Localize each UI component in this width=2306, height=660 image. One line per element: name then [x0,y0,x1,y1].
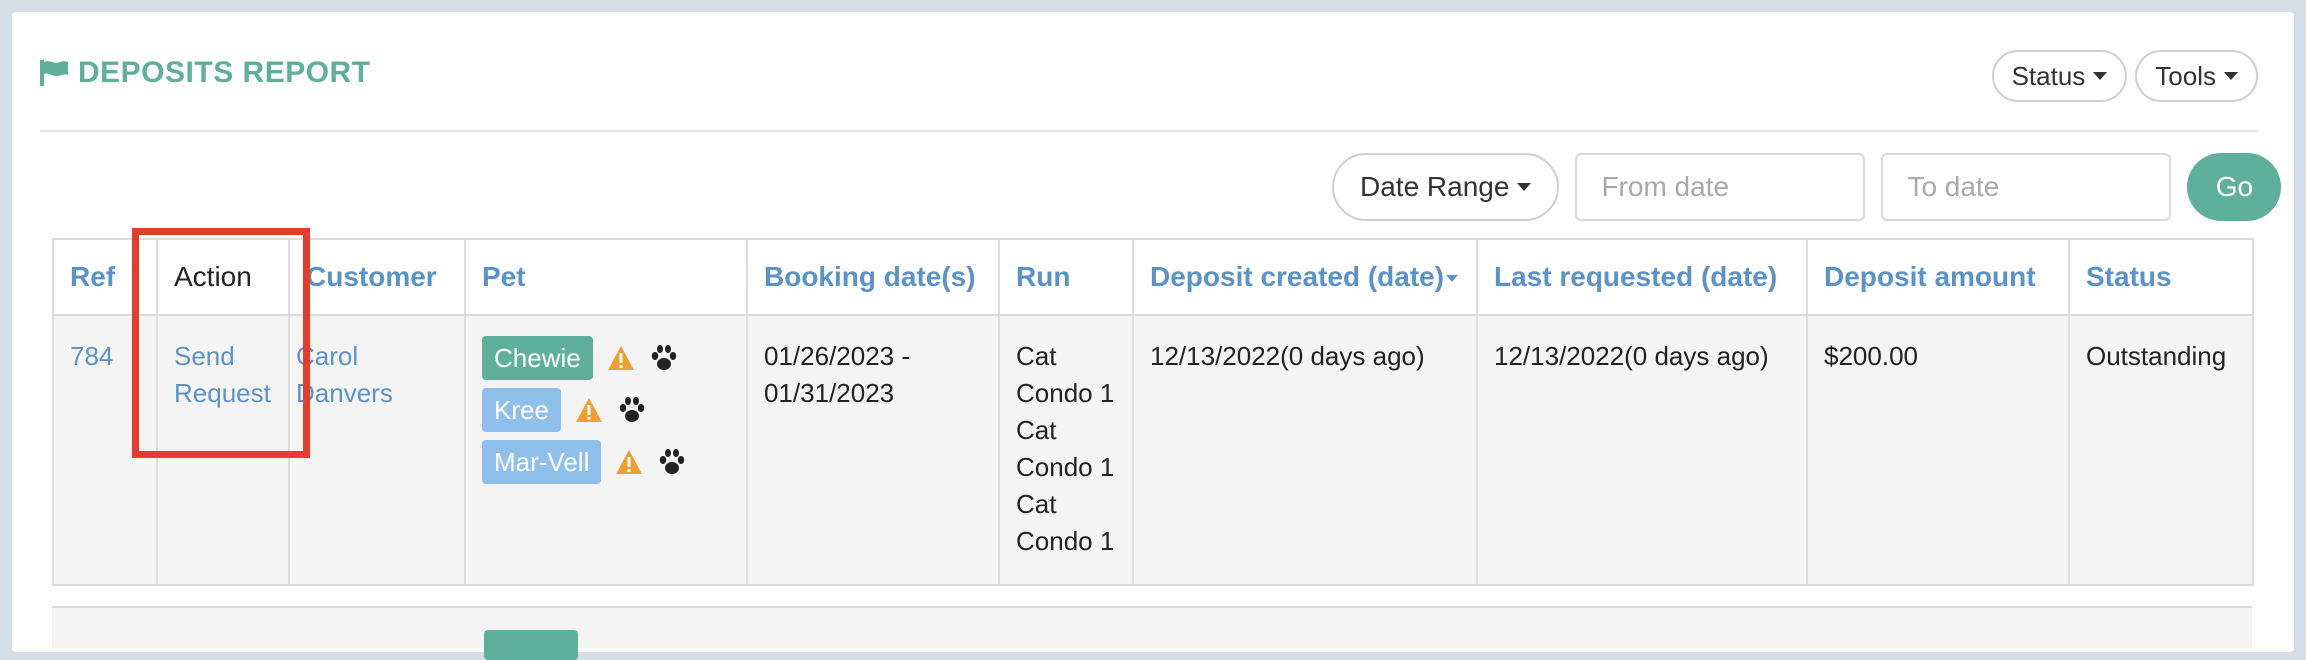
paw-icon [619,397,645,422]
date-filter-bar: Date Range Go [1332,153,2282,221]
column-header-run[interactable]: Run [998,238,1134,316]
warning-icon [616,450,643,474]
caret-down-icon [2224,72,2238,80]
column-header-pet[interactable]: Pet [464,238,748,316]
caret-down-icon [1517,183,1532,191]
customer-cell: Carol Danvers [288,314,466,586]
pet-item: Kree [482,388,730,432]
to-date-input[interactable] [1881,153,2172,221]
run-cell: Cat Condo 1 Cat Condo 1 Cat Condo 1 [998,314,1134,586]
date-range-dropdown[interactable]: Date Range [1332,153,1560,221]
pet-tag[interactable]: Kree [482,388,561,432]
status-dropdown-button[interactable]: Status [1991,50,2128,102]
pet-item: Mar-Vell [482,440,730,484]
sort-desc-icon [1446,275,1459,283]
warning-icon [607,346,634,370]
pet-cell: Chewie Kree Mar-Vell [464,314,748,586]
deposit-created-cell: 12/13/2022(0 days ago) [1132,314,1478,586]
deposits-table: Ref Action Customer Pet Booking date(s) … [52,238,2254,586]
table-row-partial [52,606,2252,660]
from-date-input[interactable] [1575,153,1866,221]
status-dropdown-label: Status [2011,60,2086,91]
pet-tag[interactable]: Mar-Vell [482,440,602,484]
deposit-amount-cell: $200.00 [1806,314,2070,586]
tools-dropdown-button[interactable]: Tools [2135,50,2258,102]
status-cell: Outstanding [2068,314,2254,586]
header-buttons: Status Tools [1991,50,2258,102]
column-header-deposit-created[interactable]: Deposit created (date) [1132,238,1478,316]
column-header-deposit-amount[interactable]: Deposit amount [1806,238,2070,316]
table-row: 784 Send Request Carol Danvers Chewie Kr… [52,314,2254,586]
report-header: DEPOSITS REPORT Status Tools [40,50,2258,132]
caret-down-icon [2093,72,2108,80]
page-title-text: DEPOSITS REPORT [78,56,371,89]
column-header-last-requested[interactable]: Last requested (date) [1476,238,1808,316]
date-range-label: Date Range [1360,171,1510,202]
tools-dropdown-label: Tools [2155,60,2216,91]
pet-tag-partial [484,630,578,660]
pet-tag[interactable]: Chewie [482,336,593,380]
flag-icon [40,60,68,86]
last-requested-cell: 12/13/2022(0 days ago) [1476,314,1808,586]
ref-link[interactable]: 784 [70,341,113,371]
action-column-highlight [132,228,310,458]
column-header-customer[interactable]: Customer [288,238,466,316]
column-header-status[interactable]: Status [2068,238,2254,316]
page-title: DEPOSITS REPORT [40,56,371,90]
customer-link[interactable]: Carol Danvers [296,341,393,408]
booking-dates-cell: 01/26/2023 - 01/31/2023 [746,314,1000,586]
warning-icon [575,398,602,422]
paw-icon [651,345,676,370]
paw-icon [660,449,685,474]
table-header-row: Ref Action Customer Pet Booking date(s) … [52,238,2254,316]
go-button[interactable]: Go [2187,153,2282,221]
pet-item: Chewie [482,336,730,380]
column-header-deposit-created-label: Deposit created (date) [1150,261,1445,292]
column-header-booking-dates[interactable]: Booking date(s) [746,238,1000,316]
